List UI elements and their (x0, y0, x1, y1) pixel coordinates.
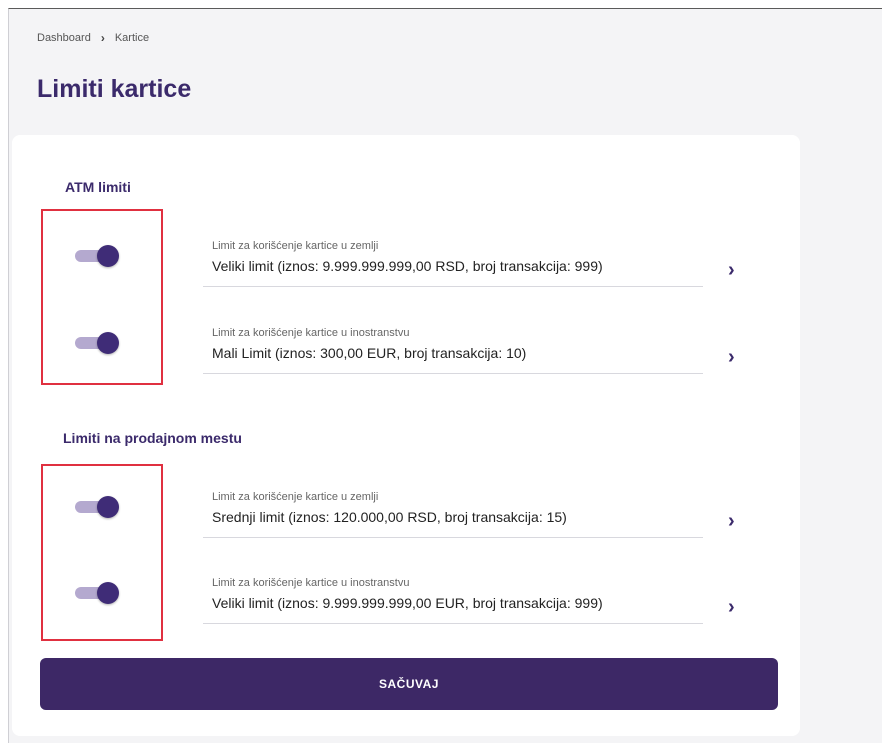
chevron-right-icon[interactable]: › (728, 597, 735, 617)
breadcrumb-separator-icon: › (100, 31, 105, 45)
chevron-right-icon[interactable]: › (728, 347, 735, 367)
limit-row-pos-domestic: Limit za korišćenje kartice u zemlji Sre… (12, 479, 800, 559)
chevron-right-icon[interactable]: › (728, 511, 735, 531)
limits-card: ATM limiti Limit za korišćenje kartice u… (12, 135, 800, 736)
limit-toggle[interactable] (75, 495, 119, 518)
limit-toggle[interactable] (75, 244, 119, 267)
app-frame: Dashboard › Kartice Limiti kartice ATM l… (8, 8, 882, 743)
limit-field[interactable]: Limit za korišćenje kartice u inostranst… (203, 327, 703, 374)
toggle-knob (97, 496, 119, 518)
breadcrumb-item-kartice[interactable]: Kartice (115, 32, 149, 44)
section-title-atm: ATM limiti (65, 179, 131, 195)
limit-field[interactable]: Limit za korišćenje kartice u zemlji Vel… (203, 240, 703, 287)
limit-field[interactable]: Limit za korišćenje kartice u inostranst… (203, 577, 703, 624)
limit-caption: Limit za korišćenje kartice u zemlji (212, 240, 379, 252)
limit-toggle[interactable] (75, 331, 119, 354)
limit-row-atm-domestic: Limit za korišćenje kartice u zemlji Vel… (12, 228, 800, 308)
limit-value: Veliki limit (iznos: 9.999.999.999,00 RS… (212, 258, 603, 274)
toggle-knob (97, 582, 119, 604)
limit-caption: Limit za korišćenje kartice u zemlji (212, 491, 379, 503)
limit-value: Mali Limit (iznos: 300,00 EUR, broj tran… (212, 345, 527, 361)
toggle-knob (97, 245, 119, 267)
limit-caption: Limit za korišćenje kartice u inostranst… (212, 577, 410, 589)
limit-row-atm-foreign: Limit za korišćenje kartice u inostranst… (12, 315, 800, 395)
limit-toggle[interactable] (75, 581, 119, 604)
save-button[interactable]: SAČUVAJ (40, 658, 778, 710)
limit-row-pos-foreign: Limit za korišćenje kartice u inostranst… (12, 565, 800, 645)
section-title-pos: Limiti na prodajnom mestu (63, 430, 242, 446)
limit-value: Veliki limit (iznos: 9.999.999.999,00 EU… (212, 595, 603, 611)
toggle-knob (97, 332, 119, 354)
breadcrumb: Dashboard › Kartice (37, 31, 149, 45)
page-title: Limiti kartice (37, 75, 192, 103)
limit-value: Srednji limit (iznos: 120.000,00 RSD, br… (212, 509, 567, 525)
chevron-right-icon[interactable]: › (728, 260, 735, 280)
breadcrumb-item-dashboard[interactable]: Dashboard (37, 32, 91, 44)
limit-caption: Limit za korišćenje kartice u inostranst… (212, 327, 410, 339)
limit-field[interactable]: Limit za korišćenje kartice u zemlji Sre… (203, 491, 703, 538)
